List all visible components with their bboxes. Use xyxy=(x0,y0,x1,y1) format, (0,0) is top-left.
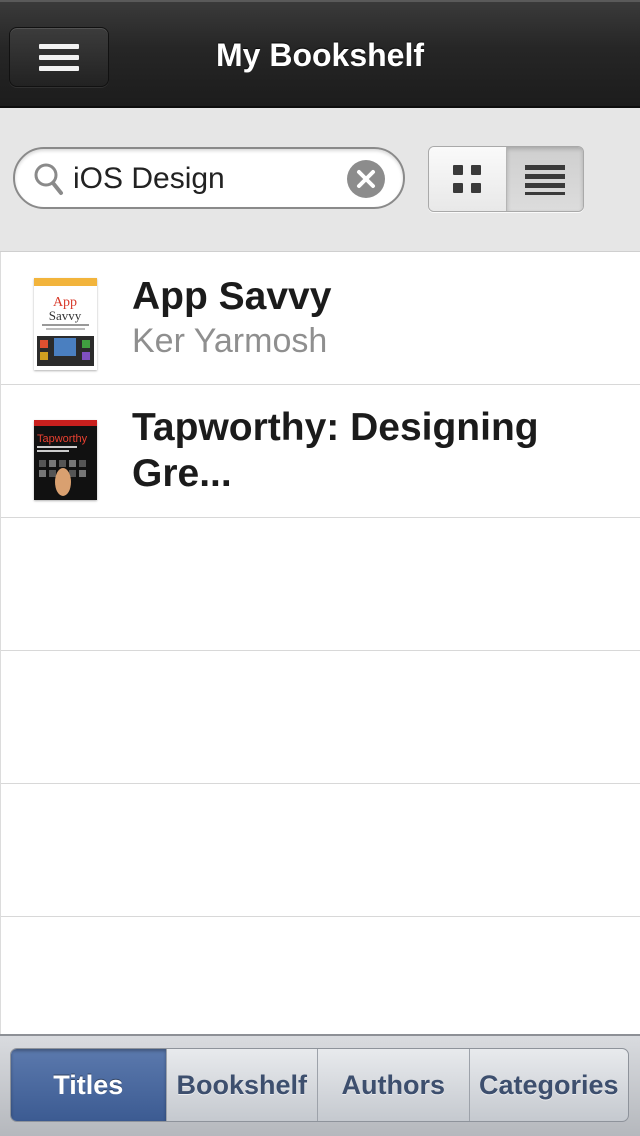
book-author: Ker Yarmosh xyxy=(132,322,328,360)
grid-view-button[interactable] xyxy=(429,147,507,211)
list-view-button[interactable] xyxy=(506,147,583,211)
list-view-icon xyxy=(524,165,565,195)
menu-button[interactable] xyxy=(9,27,109,87)
tab-bookshelf[interactable]: Bookshelf xyxy=(167,1049,319,1121)
book-cover: Tapworthy xyxy=(34,420,97,500)
tab-segmented-control: Titles Bookshelf Authors Categories xyxy=(10,1048,629,1122)
search-field[interactable] xyxy=(13,147,405,209)
search-input[interactable] xyxy=(73,157,343,201)
grid-view-icon xyxy=(453,165,482,193)
book-title: App Savvy xyxy=(132,275,332,318)
navigation-bar: My Bookshelf xyxy=(0,0,640,108)
empty-list-row xyxy=(1,784,640,917)
magnifier-icon xyxy=(34,163,63,195)
clear-x-icon xyxy=(357,170,375,188)
list-item[interactable]: Tapworthy Tapworthy: Designing Gre... xyxy=(1,385,640,518)
book-cover: App Savvy xyxy=(34,278,97,370)
bottom-tab-bar: Titles Bookshelf Authors Categories xyxy=(0,1034,640,1136)
view-mode-toggle xyxy=(428,146,584,212)
list-item[interactable]: App Savvy App Savvy Ker Yarmosh xyxy=(1,252,640,385)
clear-search-button[interactable] xyxy=(347,160,385,198)
book-list: App Savvy App Savvy Ker Yarmosh Tapworth… xyxy=(0,252,640,1034)
empty-list-row xyxy=(1,651,640,784)
empty-list-row xyxy=(1,917,640,1034)
hamburger-menu-icon xyxy=(39,43,79,49)
cover-subheading: Savvy xyxy=(49,308,82,323)
tab-authors[interactable]: Authors xyxy=(318,1049,470,1121)
search-toolbar xyxy=(0,108,640,252)
book-title: Tapworthy: Designing Gre... xyxy=(132,406,539,495)
tab-titles[interactable]: Titles xyxy=(11,1049,167,1121)
cover-heading: Tapworthy xyxy=(37,433,88,445)
empty-list-row xyxy=(1,518,640,651)
tab-categories[interactable]: Categories xyxy=(470,1049,628,1121)
